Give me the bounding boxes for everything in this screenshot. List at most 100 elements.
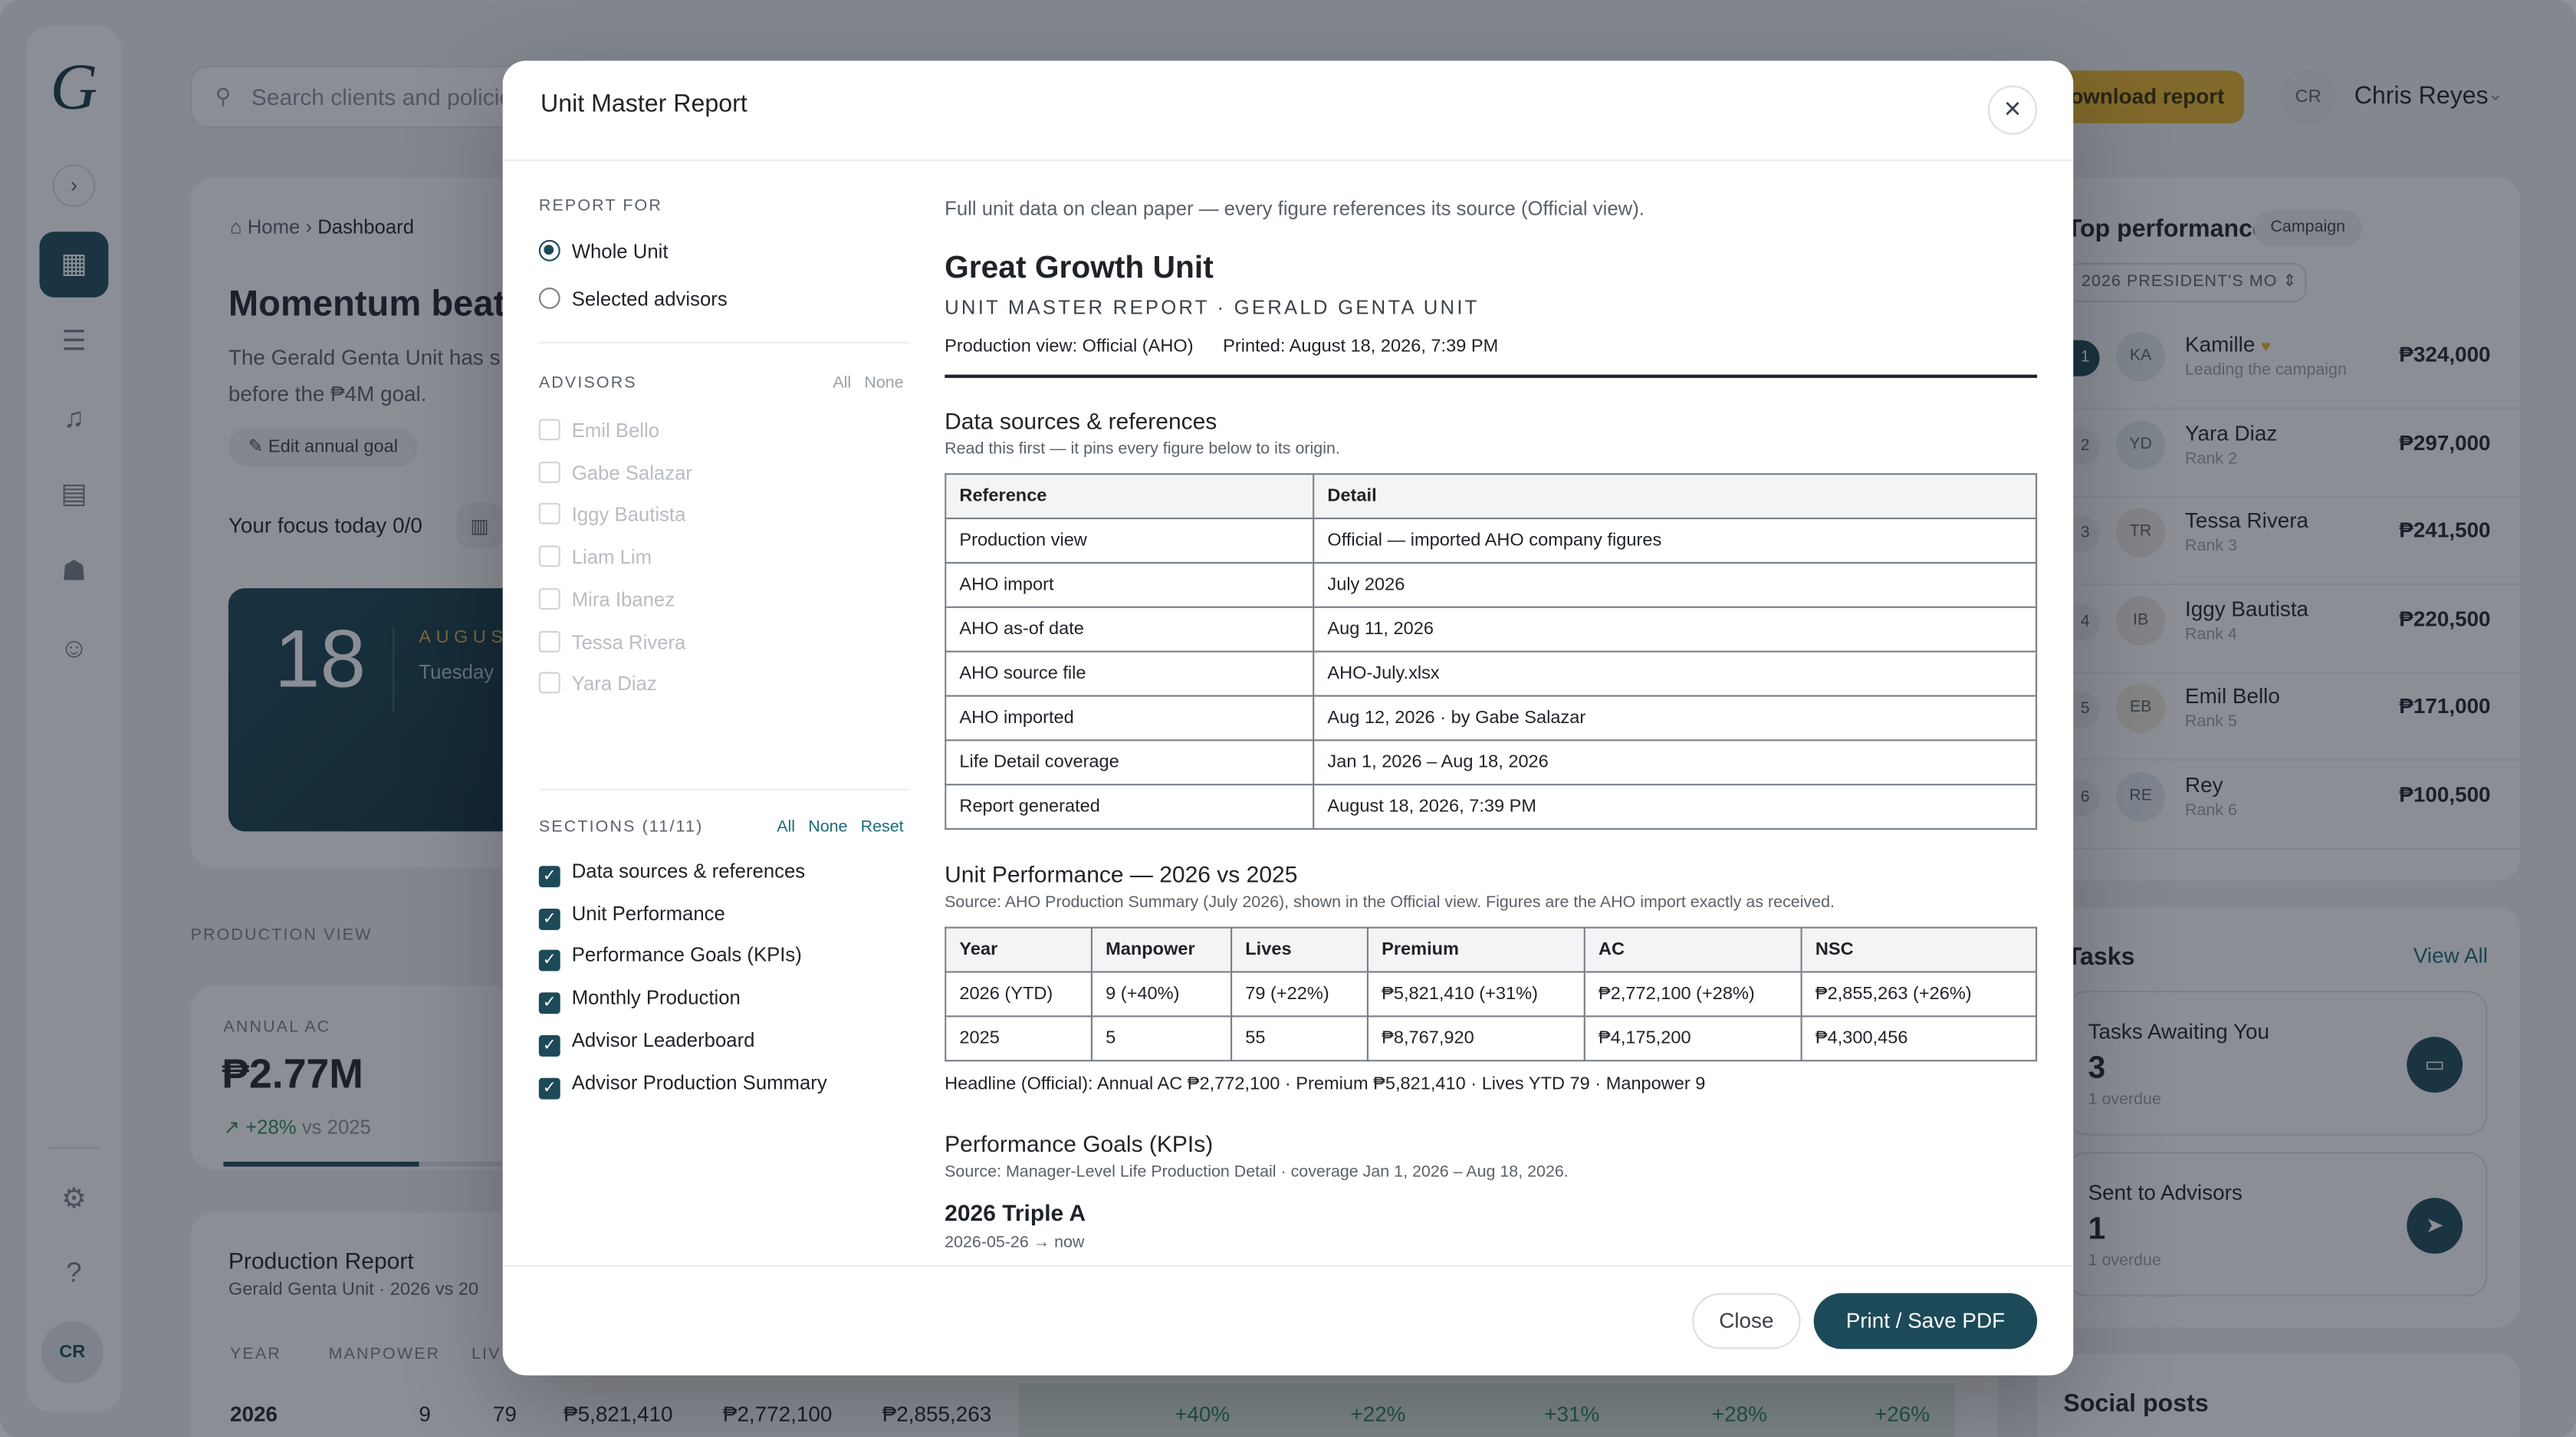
table-row: 2025 5 55 ₱8,767,920 ₱4,175,200 ₱4,300,456: [945, 1015, 2038, 1062]
section-checkbox[interactable]: ✓ Advisor Production Summary: [538, 1070, 827, 1099]
checkbox-checked-icon: ✓: [538, 1034, 560, 1057]
advisor-checkbox[interactable]: Emil Bello: [538, 419, 660, 442]
advisor-label: Iggy Bautista: [571, 503, 686, 527]
report-production-view: Production view: Official (AHO): [945, 337, 1194, 357]
unit-performance-table: Year Manpower Lives Premium AC NSC 2026 (YTD)…: [945, 926, 2038, 1062]
table-cell: 79 (+22%): [1230, 971, 1368, 1018]
radio-label: Whole Unit: [571, 239, 669, 263]
kpis-source: Source: Manager-Level Life Production De…: [945, 1163, 1569, 1182]
left-panel-divider: [538, 788, 911, 791]
checkbox-checked-icon: ✓: [538, 950, 560, 972]
radio-empty-icon: [538, 288, 560, 309]
section-label: Advisor Production Summary: [571, 1070, 827, 1094]
checkbox-empty-icon: [538, 419, 560, 441]
table-cell: ₱4,300,456: [1800, 1015, 2038, 1062]
advisor-checkbox[interactable]: Yara Diaz: [538, 672, 657, 695]
table-header-cell: Premium: [1366, 926, 1585, 973]
report-intro: Full unit data on clean paper — every fi…: [945, 197, 1644, 221]
advisors-links: All None: [820, 375, 903, 393]
radio-selected-advisors[interactable]: Selected advisors: [538, 288, 728, 311]
table-cell: AHO source file: [945, 650, 1315, 697]
table-row: Report generated August 18, 2026, 7:39 PM: [945, 784, 2038, 830]
report-subtitle: UNIT MASTER REPORT · GERALD GENTA UNIT: [945, 295, 1480, 319]
table-cell: Life Detail coverage: [945, 739, 1315, 786]
section-checkbox[interactable]: ✓ Advisor Leaderboard: [538, 1028, 755, 1057]
section-label: Advisor Leaderboard: [571, 1028, 755, 1051]
table-cell: 2025: [945, 1015, 1092, 1062]
table-cell: Production view: [945, 517, 1315, 564]
section-label: Data sources & references: [571, 859, 806, 883]
table-cell: ₱2,772,100 (+28%): [1583, 971, 1802, 1018]
table-cell: AHO import: [945, 561, 1315, 608]
goal-range: 2026-05-26 → now: [945, 1234, 1085, 1252]
sections-none-link[interactable]: None: [808, 818, 847, 837]
checkbox-empty-icon: [538, 672, 560, 694]
close-icon[interactable]: ×: [1987, 85, 2038, 135]
table-cell: 55: [1230, 1015, 1368, 1062]
section-label: Performance Goals (KPIs): [571, 943, 802, 967]
table-cell: ₱4,175,200: [1583, 1015, 1802, 1062]
table-cell: AHO as-of date: [945, 606, 1315, 653]
checkbox-empty-icon: [538, 545, 560, 567]
advisors-none-link[interactable]: None: [864, 375, 903, 393]
sections-label: SECTIONS (11/11): [538, 818, 704, 837]
kpis-heading: Performance Goals (KPIs): [945, 1130, 1214, 1157]
section-checkbox[interactable]: ✓ Monthly Production: [538, 985, 741, 1014]
table-cell: 2026 (YTD): [945, 971, 1092, 1018]
sections-reset-link[interactable]: Reset: [861, 818, 904, 837]
advisor-label: Tessa Rivera: [571, 630, 686, 653]
unit-performance-headline: Headline (Official): Annual AC ₱2,772,10…: [945, 1074, 1706, 1095]
advisor-checkbox[interactable]: Tessa Rivera: [538, 630, 686, 653]
table-cell: August 18, 2026, 7:39 PM: [1313, 784, 2038, 830]
report-options-panel[interactable]: REPORT FOR Whole Unit Selected advisors …: [503, 161, 943, 1111]
advisor-checkbox[interactable]: Mira Ibanez: [538, 587, 675, 611]
advisors-label: ADVISORS: [538, 374, 637, 393]
radio-selected-icon: [538, 239, 560, 261]
data-sources-note: Read this first — it pins every figure b…: [945, 440, 1340, 459]
table-header-cell: NSC: [1800, 926, 2038, 973]
modal-title: Unit Master Report: [540, 90, 748, 119]
table-cell: Jan 1, 2026 – Aug 18, 2026: [1313, 739, 2038, 786]
goal-title: 2026 Triple A: [945, 1199, 1086, 1226]
section-checkbox[interactable]: ✓ Unit Performance: [538, 901, 725, 930]
advisor-checkbox[interactable]: Iggy Bautista: [538, 503, 686, 527]
advisor-checkbox[interactable]: Gabe Salazar: [538, 461, 692, 485]
table-cell: 5: [1090, 1015, 1233, 1062]
advisor-label: Yara Diaz: [571, 672, 657, 695]
section-label: Unit Performance: [571, 901, 725, 925]
advisor-label: Emil Bello: [571, 419, 660, 442]
unit-performance-heading: Unit Performance — 2026 vs 2025: [945, 860, 1298, 888]
table-row: Life Detail coverage Jan 1, 2026 – Aug 18…: [945, 739, 2038, 786]
sections-all-link[interactable]: All: [777, 818, 795, 837]
data-sources-table: Reference Detail Production view Official …: [945, 473, 2038, 830]
table-header-cell: Manpower: [1090, 926, 1233, 973]
close-button[interactable]: Close: [1692, 1293, 1801, 1350]
table-row: Production view Official — imported AHO c…: [945, 517, 2038, 564]
unit-master-report-modal: Unit Master Report × REPORT FOR Whole Un…: [502, 61, 2074, 1376]
print-save-pdf-button[interactable]: Print / Save PDF: [1813, 1293, 2038, 1350]
section-label: Monthly Production: [571, 985, 741, 1009]
advisor-label: Gabe Salazar: [571, 461, 692, 485]
sections-links: All None Reset: [764, 818, 903, 837]
section-checkbox[interactable]: ✓ Performance Goals (KPIs): [538, 943, 802, 972]
report-printed: Printed: August 18, 2026, 7:39 PM: [1223, 337, 1499, 357]
table-cell: Official — imported AHO company figures: [1313, 517, 2038, 564]
radio-whole-unit[interactable]: Whole Unit: [538, 239, 669, 263]
table-header-cell: Lives: [1230, 926, 1368, 973]
table-cell: AHO-July.xlsx: [1313, 650, 2038, 697]
table-row: AHO source file AHO-July.xlsx: [945, 650, 2038, 697]
table-cell: July 2026: [1313, 561, 2038, 608]
advisor-checkbox[interactable]: Liam Lim: [538, 545, 652, 569]
table-cell: AHO imported: [945, 695, 1315, 742]
table-cell: ₱2,855,263 (+26%): [1800, 971, 2038, 1018]
table-cell: 9 (+40%): [1090, 971, 1233, 1018]
report-preview[interactable]: Full unit data on clean paper — every fi…: [945, 161, 2073, 1265]
left-panel-divider: [538, 341, 911, 344]
checkbox-empty-icon: [538, 630, 560, 652]
checkbox-empty-icon: [538, 461, 560, 483]
unit-performance-source: Source: AHO Production Summary (July 202…: [945, 893, 1835, 913]
advisors-all-link[interactable]: All: [833, 375, 851, 393]
report-meta: Production view: Official (AHO) Printed: …: [945, 337, 1528, 357]
advisor-label: Liam Lim: [571, 545, 652, 569]
section-checkbox[interactable]: ✓ Data sources & references: [538, 859, 806, 888]
